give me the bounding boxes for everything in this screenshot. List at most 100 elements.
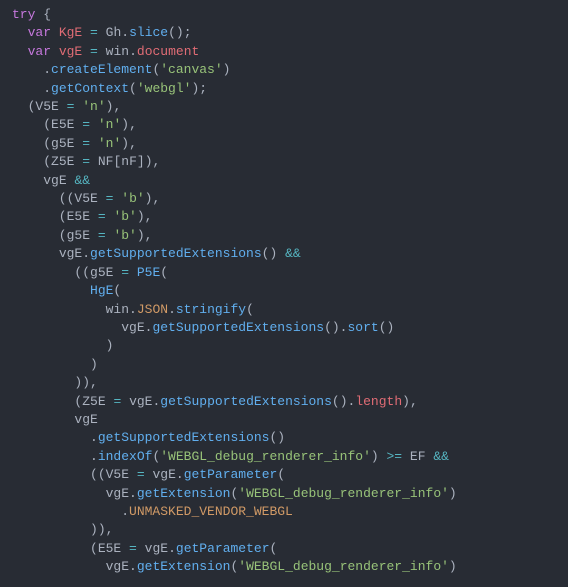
- code-line: vgE.getSupportedExtensions().sort(): [12, 320, 394, 335]
- token-ident: V5E: [35, 99, 58, 114]
- code-block: try { var KgE = Gh.slice(); var vgE = wi…: [0, 0, 568, 577]
- token-punc: [121, 541, 129, 556]
- token-punc: )),: [12, 522, 113, 537]
- code-line: var KgE = Gh.slice();: [12, 25, 192, 40]
- token-punc: [12, 25, 28, 40]
- token-punc: (: [270, 541, 278, 556]
- code-line: HgE(: [12, 283, 121, 298]
- token-punc: [59, 99, 67, 114]
- token-punc: ),: [402, 394, 418, 409]
- token-const: JSON: [137, 302, 168, 317]
- code-line: (E5E = vgE.getParameter(: [12, 541, 277, 556]
- token-ident: vgE: [74, 412, 97, 427]
- token-op: =: [121, 265, 129, 280]
- token-op: &&: [285, 246, 301, 261]
- token-str: 'WEBGL_debug_renderer_info': [238, 486, 449, 501]
- token-punc: [12, 283, 90, 298]
- code-line: (E5E = 'n'),: [12, 117, 137, 132]
- token-punc: [82, 44, 90, 59]
- token-punc: (: [12, 154, 51, 169]
- token-punc: [402, 449, 410, 464]
- token-ident: win: [106, 44, 129, 59]
- token-ident: vgE: [129, 394, 152, 409]
- token-punc: (: [129, 81, 137, 96]
- token-func: slice: [129, 25, 168, 40]
- token-punc: ): [449, 559, 457, 574]
- token-punc: [137, 541, 145, 556]
- token-func: P5E: [137, 265, 160, 280]
- token-punc: .: [12, 81, 51, 96]
- token-func: getParameter: [176, 541, 270, 556]
- token-op: =: [137, 467, 145, 482]
- code-line: var vgE = win.document: [12, 44, 199, 59]
- token-punc: [12, 44, 28, 59]
- token-punc: [121, 394, 129, 409]
- token-punc: .: [129, 44, 137, 59]
- token-ident: vgE: [121, 320, 144, 335]
- token-punc: (): [269, 430, 285, 445]
- token-punc: .: [12, 62, 51, 77]
- token-punc: ().: [324, 320, 347, 335]
- token-punc: (: [246, 302, 254, 317]
- token-punc: [12, 559, 106, 574]
- token-var: KgE: [59, 25, 82, 40]
- token-ident: Z5E: [51, 154, 74, 169]
- token-punc: ),: [145, 154, 161, 169]
- token-func: stringify: [176, 302, 246, 317]
- token-func: getExtension: [137, 559, 231, 574]
- token-kw: var: [28, 25, 51, 40]
- code-line: )),: [12, 375, 98, 390]
- token-punc: .: [12, 430, 98, 445]
- token-ident: E5E: [67, 209, 90, 224]
- token-func: getSupportedExtensions: [90, 246, 262, 261]
- token-punc: [90, 154, 98, 169]
- code-line: .getSupportedExtensions(): [12, 430, 285, 445]
- code-line: win.JSON.stringify(: [12, 302, 254, 317]
- token-punc: [90, 209, 98, 224]
- token-punc: .: [12, 504, 129, 519]
- token-func: HgE: [90, 283, 113, 298]
- token-punc: [51, 25, 59, 40]
- code-line: (V5E = 'n'),: [12, 99, 121, 114]
- token-punc: [12, 486, 106, 501]
- token-punc: [12, 412, 74, 427]
- token-func: createElement: [51, 62, 152, 77]
- token-ident: nF: [121, 154, 137, 169]
- token-punc: .: [129, 486, 137, 501]
- token-punc: ),: [137, 228, 153, 243]
- token-ident: E5E: [51, 117, 74, 132]
- token-ident: NF: [98, 154, 114, 169]
- token-punc: .: [129, 302, 137, 317]
- token-brace: {: [43, 7, 51, 22]
- token-punc: .: [121, 25, 129, 40]
- token-punc: ),: [121, 136, 137, 151]
- token-punc: [12, 302, 106, 317]
- token-op: &&: [74, 173, 90, 188]
- code-line: .createElement('canvas'): [12, 62, 230, 77]
- token-op: =: [90, 25, 98, 40]
- token-punc: .: [168, 302, 176, 317]
- token-punc: ): [223, 62, 231, 77]
- code-line: ((V5E = 'b'),: [12, 191, 160, 206]
- token-punc: [90, 228, 98, 243]
- token-punc: ),: [106, 99, 122, 114]
- token-op: =: [98, 209, 106, 224]
- token-str: 'b': [113, 209, 136, 224]
- token-ident: g5E: [51, 136, 74, 151]
- token-ident: E5E: [98, 541, 121, 556]
- token-punc: ): [371, 449, 387, 464]
- token-punc: (: [160, 265, 168, 280]
- token-op: =: [90, 44, 98, 59]
- token-punc: [12, 173, 43, 188]
- token-punc: (: [113, 283, 121, 298]
- token-ident: Gh: [106, 25, 122, 40]
- token-func: sort: [347, 320, 378, 335]
- token-op: =: [82, 154, 90, 169]
- token-str: 'webgl': [137, 81, 192, 96]
- token-punc: [90, 136, 98, 151]
- token-str: 'n': [98, 117, 121, 132]
- token-punc: ();: [168, 25, 191, 40]
- code-line: (Z5E = vgE.getSupportedExtensions().leng…: [12, 394, 418, 409]
- token-ident: g5E: [90, 265, 113, 280]
- token-punc: ): [12, 338, 113, 353]
